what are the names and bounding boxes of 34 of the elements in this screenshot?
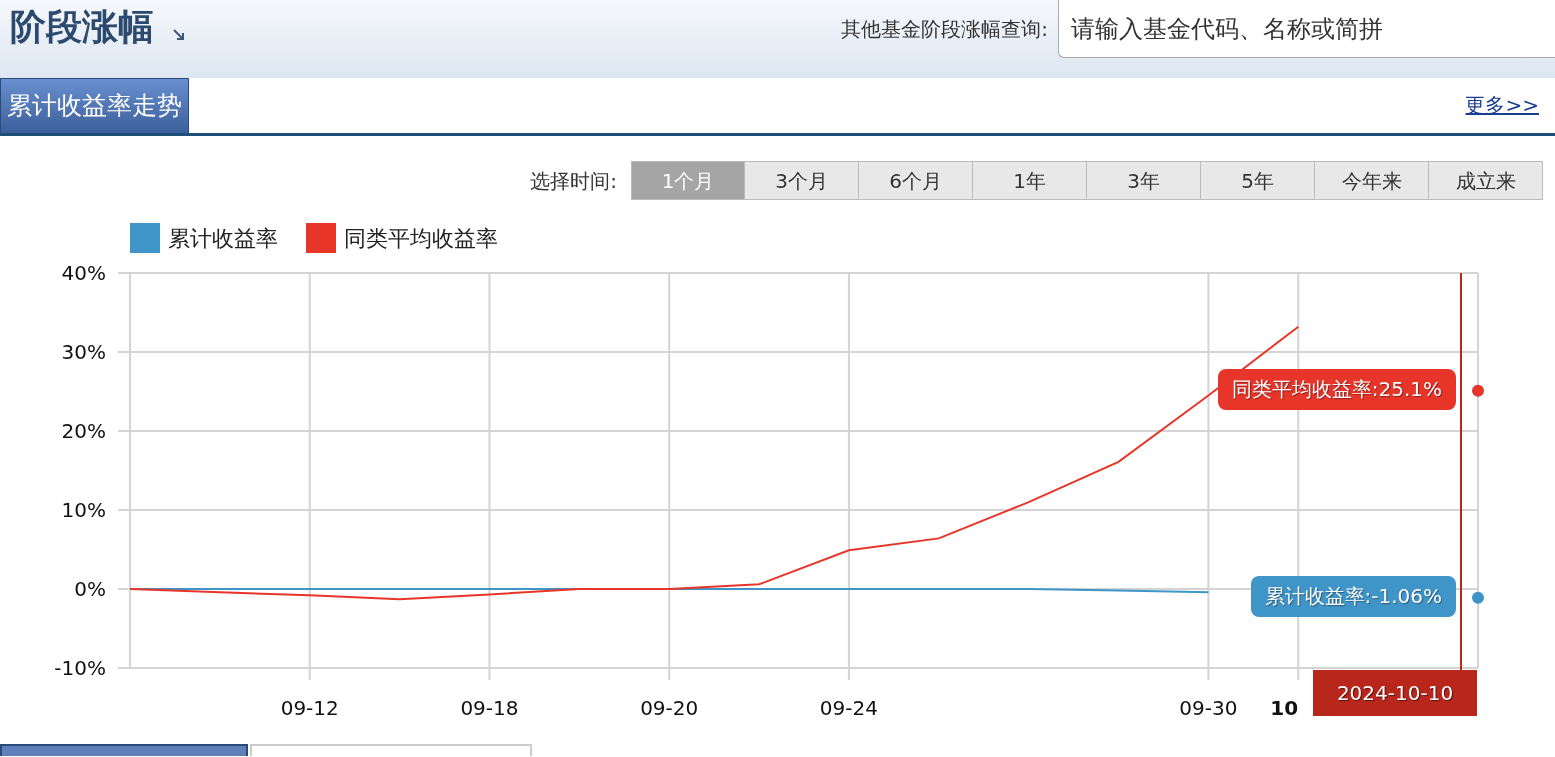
data-point-marker bbox=[1472, 384, 1484, 397]
time-range-tab[interactable]: 成立来 bbox=[1429, 161, 1543, 200]
arrow-icon[interactable] bbox=[172, 28, 186, 42]
data-tooltip: 同类平均收益率:25.1% bbox=[1217, 368, 1456, 410]
date-label: 2024-10-10 bbox=[1313, 670, 1477, 716]
page-title: 阶段涨幅 bbox=[10, 5, 154, 49]
time-range-tab[interactable]: 3个月 bbox=[745, 161, 859, 200]
x-axis-label: 09-18 bbox=[460, 696, 519, 720]
time-range-tab[interactable]: 5年 bbox=[1201, 161, 1315, 200]
data-point-marker bbox=[1472, 591, 1484, 604]
section-tab[interactable]: 累计收益率走势 bbox=[0, 78, 189, 133]
x-axis-label: 09-30 bbox=[1179, 696, 1238, 720]
legend-item[interactable]: 累计收益率 bbox=[130, 221, 278, 255]
y-axis-label: -10% bbox=[54, 656, 106, 680]
search-field[interactable]: 请输入基金代码、名称或简拼 bbox=[1058, 0, 1555, 58]
x-axis-label: 09-12 bbox=[280, 696, 339, 720]
x-axis-label: 10 bbox=[1270, 696, 1299, 720]
y-axis-label: 10% bbox=[61, 498, 106, 522]
search-label: 其他基金阶段涨幅查询: bbox=[841, 16, 1048, 43]
legend-item[interactable]: 同类平均收益率 bbox=[306, 221, 498, 255]
x-axis-label: 09-20 bbox=[640, 696, 699, 720]
time-range-tab[interactable]: 今年来 bbox=[1315, 161, 1429, 200]
data-tooltip: 累计收益率:-1.06% bbox=[1250, 575, 1456, 617]
y-axis-label: 30% bbox=[61, 340, 106, 364]
more-link[interactable]: 更多>> bbox=[1465, 90, 1539, 133]
time-range-label: 选择时间: bbox=[530, 168, 617, 195]
tab[interactable] bbox=[0, 744, 248, 756]
time-range-tab[interactable]: 3年 bbox=[1087, 161, 1201, 200]
y-axis-label: 40% bbox=[61, 261, 106, 285]
x-axis-label: 09-24 bbox=[819, 696, 878, 720]
y-axis-label: 20% bbox=[61, 419, 106, 443]
y-axis-label: 0% bbox=[74, 577, 106, 601]
time-range-tab[interactable]: 6个月 bbox=[859, 161, 973, 200]
time-range-tab[interactable]: 1年 bbox=[973, 161, 1087, 200]
